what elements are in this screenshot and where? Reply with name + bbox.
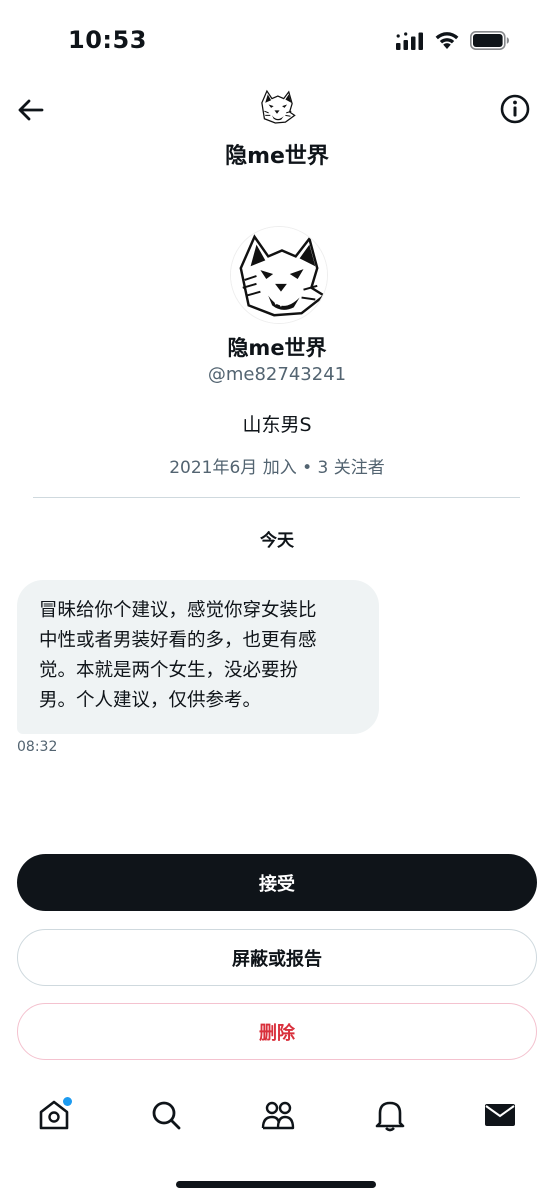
arrow-left-icon	[18, 99, 44, 121]
cellular-signal-icon	[396, 32, 423, 50]
bottom-navigation	[0, 1085, 554, 1155]
conversation-info-button[interactable]	[496, 90, 534, 128]
nav-notifications[interactable]	[370, 1095, 410, 1135]
notifications-bell-icon	[375, 1101, 405, 1132]
profile-meta: 2021年6月 加入 • 3 关注者	[169, 458, 385, 478]
wolf-avatar-icon	[231, 227, 327, 323]
message-bubble[interactable]: 冒昧给你个建议，感觉你穿女装比 中性或者男装好看的多，也更有感 觉。本就是两个女…	[17, 580, 379, 734]
profile-handle: @me82743241	[207, 364, 347, 385]
delete-button-label: 删除	[259, 1022, 295, 1044]
back-button[interactable]	[12, 92, 48, 128]
delete-button[interactable]: 删除	[17, 1003, 537, 1060]
message-text-line: 中性或者男装好看的多，也更有感	[39, 630, 317, 651]
conversation-header: 隐me世界	[0, 76, 554, 176]
wifi-icon	[435, 32, 459, 49]
message-text-line: 觉。本就是两个女生，没必要扮	[39, 660, 299, 681]
home-indicator	[176, 1181, 376, 1188]
accept-button[interactable]: 接受	[17, 854, 537, 911]
status-bar: 10:53	[0, 0, 554, 70]
search-icon	[152, 1101, 181, 1130]
message-timestamp: 08:32	[17, 739, 58, 755]
header-avatar[interactable]	[256, 86, 298, 128]
date-separator: 今天	[260, 531, 294, 551]
info-circle-icon	[500, 94, 530, 124]
message-text-line: 男。个人建议，仅供参考。	[39, 690, 262, 711]
messages-envelope-icon	[485, 1104, 515, 1126]
nav-messages[interactable]	[480, 1095, 520, 1135]
wolf-avatar-icon	[256, 86, 298, 128]
message-text-line: 冒昧给你个建议，感觉你穿女装比	[39, 600, 317, 621]
block-or-report-label: 屏蔽或报告	[232, 948, 322, 970]
status-time: 10:53	[68, 26, 147, 54]
notification-dot	[63, 1097, 72, 1106]
profile-bio: 山东男S	[242, 414, 312, 436]
profile-name: 隐me世界	[227, 336, 327, 360]
divider	[33, 497, 520, 498]
nav-search[interactable]	[146, 1095, 186, 1135]
block-or-report-button[interactable]: 屏蔽或报告	[17, 929, 537, 986]
communities-icon	[261, 1101, 295, 1130]
nav-communities[interactable]	[258, 1095, 298, 1135]
battery-icon	[470, 31, 509, 50]
profile-avatar[interactable]	[230, 226, 328, 324]
header-title: 隐me世界	[225, 144, 329, 169]
accept-button-label: 接受	[259, 873, 295, 895]
nav-home[interactable]	[34, 1095, 74, 1135]
